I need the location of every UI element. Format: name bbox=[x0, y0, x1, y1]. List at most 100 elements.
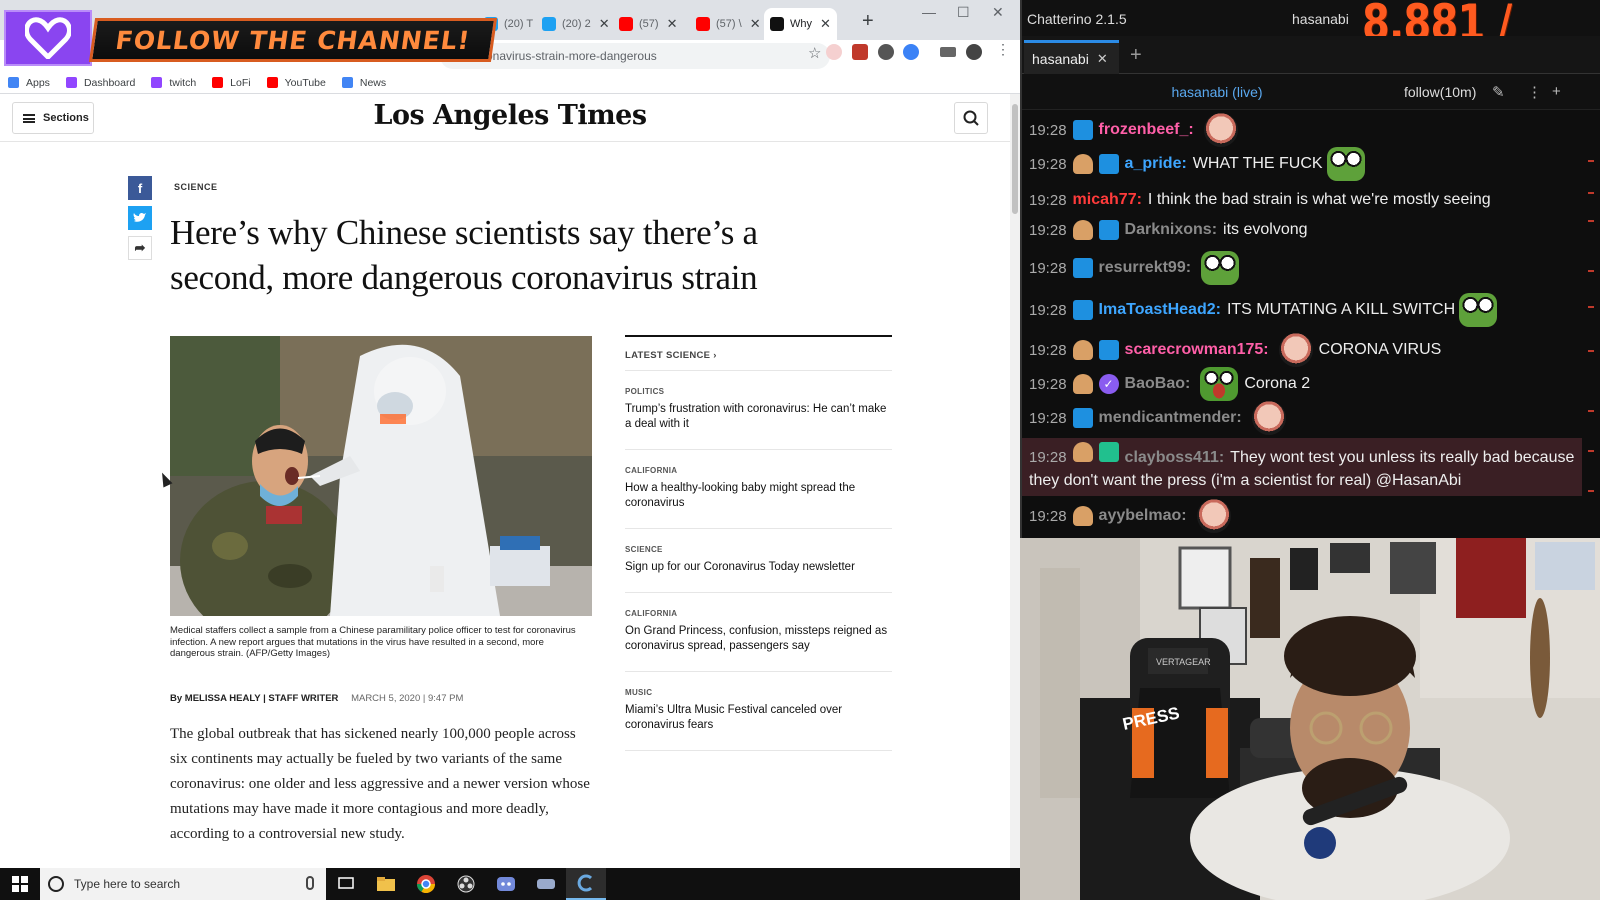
new-tab-button[interactable]: + bbox=[862, 10, 874, 33]
crown-badge-icon[interactable] bbox=[1098, 154, 1119, 174]
maximize-button[interactable]: ☐ bbox=[957, 4, 970, 21]
browser-tab[interactable]: (20) 2 ✕ bbox=[536, 8, 616, 40]
chat-username[interactable]: resurrekt99: bbox=[1099, 259, 1192, 277]
latest-item-title[interactable]: Miami’s Ultra Music Festival canceled ov… bbox=[625, 703, 892, 733]
latest-item-title[interactable]: Sign up for our Coronavirus Today newsle… bbox=[625, 560, 892, 575]
chatterino-icon[interactable] bbox=[566, 868, 606, 900]
bits-badge-icon[interactable] bbox=[1072, 220, 1093, 240]
latest-item-category[interactable]: CALIFORNIA bbox=[625, 466, 892, 475]
extension-icon[interactable] bbox=[878, 44, 894, 60]
obs-icon[interactable] bbox=[446, 868, 486, 900]
chat-scrollbar[interactable] bbox=[1588, 120, 1594, 520]
bits-badge-icon[interactable] bbox=[1072, 374, 1093, 394]
file-explorer-icon[interactable] bbox=[366, 868, 406, 900]
sections-button[interactable]: Sections bbox=[12, 102, 94, 134]
latest-science-item[interactable]: MUSIC Miami’s Ultra Music Festival cancel… bbox=[625, 672, 892, 751]
add-tab-button[interactable]: + bbox=[1130, 44, 1142, 67]
microphone-icon[interactable] bbox=[306, 876, 314, 890]
browser-tab[interactable]: Why ✕ bbox=[764, 8, 837, 40]
chrome-icon[interactable] bbox=[406, 868, 446, 900]
chat-current-user[interactable]: hasanabi bbox=[1292, 11, 1349, 27]
pepe-open-emote-icon[interactable] bbox=[1200, 367, 1239, 401]
chat-username[interactable]: ImaToastHead2: bbox=[1099, 301, 1221, 319]
ublock-icon[interactable] bbox=[852, 44, 868, 60]
latest-item-title[interactable]: On Grand Princess, confusion, missteps r… bbox=[625, 624, 892, 654]
chat-username[interactable]: mendicantmender: bbox=[1099, 409, 1242, 427]
bits-badge-icon[interactable] bbox=[1072, 340, 1093, 360]
face-emote-icon[interactable] bbox=[1278, 333, 1313, 367]
chat-username[interactable]: micah77: bbox=[1073, 191, 1142, 209]
latest-science-item[interactable]: CALIFORNIA On Grand Princess, confusion, … bbox=[625, 593, 892, 672]
latest-science-item[interactable]: CALIFORNIA How a healthy-looking baby mig… bbox=[625, 450, 892, 529]
bits-badge-icon[interactable] bbox=[1072, 154, 1093, 174]
latest-item-category[interactable]: CALIFORNIA bbox=[625, 609, 892, 618]
crown-badge-icon[interactable] bbox=[1072, 258, 1093, 278]
add-split-icon[interactable]: + bbox=[1552, 83, 1561, 100]
bookmark-item[interactable]: Dashboard bbox=[65, 77, 135, 89]
chat-username[interactable]: frozenbeef_: bbox=[1099, 121, 1194, 139]
address-bar[interactable]: onavirus-strain-more-dangerous bbox=[440, 43, 830, 69]
taskbar-search[interactable]: Type here to search bbox=[40, 868, 326, 900]
bookmark-item[interactable]: News bbox=[341, 77, 386, 89]
menu-dots-icon[interactable]: ⋮ bbox=[996, 41, 1010, 57]
crown-badge-icon[interactable] bbox=[1098, 340, 1119, 360]
latest-item-category[interactable]: SCIENCE bbox=[625, 545, 892, 554]
pepe-emote-icon[interactable] bbox=[1459, 293, 1498, 327]
latest-science-title[interactable]: LATEST SCIENCE › bbox=[625, 337, 892, 371]
latest-science-item[interactable]: SCIENCE Sign up for our Coronavirus Today… bbox=[625, 529, 892, 593]
minimize-button[interactable]: — bbox=[922, 4, 936, 20]
extension-icon[interactable] bbox=[903, 44, 919, 60]
close-window-button[interactable]: ✕ bbox=[992, 4, 1004, 21]
byline-author[interactable]: By MELISSA HEALY bbox=[170, 693, 260, 704]
bookmark-star-icon[interactable]: ☆ bbox=[808, 44, 821, 62]
close-tab-icon[interactable]: ✕ bbox=[599, 16, 610, 32]
scroll-thumb[interactable] bbox=[1012, 104, 1018, 214]
chat-username[interactable]: ayybelmao: bbox=[1099, 507, 1187, 525]
discord-icon[interactable] bbox=[486, 868, 526, 900]
latest-item-category[interactable]: POLITICS bbox=[625, 387, 892, 396]
latest-item-title[interactable]: How a healthy-looking baby might spread … bbox=[625, 481, 892, 511]
bookmark-item[interactable]: LoFi bbox=[212, 77, 251, 89]
close-tab-icon[interactable]: ✕ bbox=[820, 16, 831, 32]
profile-avatar[interactable] bbox=[966, 44, 982, 60]
crown-badge-icon[interactable] bbox=[1098, 220, 1119, 240]
bits-badge-icon[interactable] bbox=[1072, 506, 1093, 526]
chat-username[interactable]: BaoBao: bbox=[1125, 375, 1191, 393]
chat-username[interactable]: a_pride: bbox=[1125, 155, 1187, 173]
search-button[interactable] bbox=[954, 102, 988, 134]
bookmark-item[interactable]: Apps bbox=[8, 77, 50, 89]
chat-tab-hasanabi[interactable]: hasanabi ✕ bbox=[1024, 40, 1119, 74]
face-emote-icon[interactable] bbox=[1251, 401, 1286, 435]
chat-username[interactable]: scarecrowman175: bbox=[1125, 341, 1269, 359]
bookmark-item[interactable]: twitch bbox=[151, 77, 196, 89]
pepe-emote-icon[interactable] bbox=[1326, 147, 1365, 181]
bookmark-item[interactable]: YouTube bbox=[266, 77, 326, 89]
verified-badge-icon[interactable]: ✓ bbox=[1098, 374, 1119, 394]
crown-badge-icon[interactable] bbox=[1072, 120, 1093, 140]
browser-tab[interactable]: (57) ✕ bbox=[613, 8, 683, 40]
face-emote-icon[interactable] bbox=[1196, 499, 1231, 533]
gamepad-icon[interactable] bbox=[526, 868, 566, 900]
bits-badge-icon[interactable] bbox=[1072, 442, 1093, 462]
close-tab-icon[interactable]: ✕ bbox=[750, 16, 761, 32]
task-view-icon[interactable] bbox=[326, 868, 366, 900]
twitter-share-icon[interactable] bbox=[128, 206, 152, 230]
page-scrollbar[interactable] bbox=[1010, 94, 1020, 868]
article-kicker[interactable]: SCIENCE bbox=[174, 182, 218, 192]
chat-username[interactable]: Darknixons: bbox=[1125, 221, 1217, 239]
close-tab-icon[interactable]: ✕ bbox=[667, 16, 678, 32]
channel-live-status[interactable]: hasanabi (live) bbox=[1022, 84, 1412, 100]
extension-icon[interactable] bbox=[826, 44, 842, 60]
crown-badge-icon[interactable] bbox=[1072, 408, 1093, 428]
moderation-icon[interactable]: ✎ bbox=[1492, 83, 1505, 101]
start-button[interactable] bbox=[0, 868, 40, 900]
latest-science-item[interactable]: POLITICS Trump’s frustration with coronav… bbox=[625, 371, 892, 450]
close-icon[interactable]: ✕ bbox=[1097, 51, 1108, 67]
chat-username[interactable]: clayboss411: bbox=[1125, 449, 1225, 466]
face-emote-icon[interactable] bbox=[1203, 113, 1238, 147]
browser-tab[interactable]: (57) \ ✕ bbox=[690, 8, 767, 40]
facebook-share-icon[interactable]: f bbox=[128, 176, 152, 200]
share-arrow-icon[interactable]: ➦ bbox=[128, 236, 152, 260]
media-icon[interactable] bbox=[940, 47, 956, 57]
pepe-emote-icon[interactable] bbox=[1201, 251, 1240, 285]
